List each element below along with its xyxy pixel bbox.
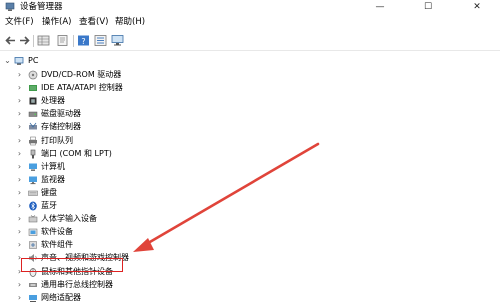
tree-item-label: 键盘 bbox=[41, 187, 57, 197]
software-device-icon bbox=[28, 228, 38, 236]
chevron-right-icon[interactable]: › bbox=[15, 149, 24, 159]
tree-item[interactable]: › 监视器 bbox=[0, 173, 200, 187]
menu-file[interactable]: 文件(F) bbox=[5, 17, 34, 28]
toolbar: ? bbox=[0, 31, 500, 51]
dvd-drive-icon bbox=[28, 70, 38, 80]
menu-help[interactable]: 帮助(H) bbox=[115, 17, 145, 28]
chevron-right-icon[interactable]: › bbox=[15, 214, 24, 224]
chevron-right-icon[interactable]: › bbox=[15, 280, 24, 290]
network-adapter-icon bbox=[29, 294, 37, 302]
software-component-icon bbox=[29, 241, 37, 250]
tree-item-label: 软件组件 bbox=[41, 240, 73, 250]
disk-drive-icon bbox=[28, 112, 38, 118]
list-view-icon[interactable] bbox=[94, 35, 107, 46]
usb-icon bbox=[29, 282, 37, 287]
tree-item[interactable]: › 蓝牙 bbox=[0, 199, 200, 213]
device-manager-icon bbox=[5, 2, 15, 11]
menu-view[interactable]: 查看(V) bbox=[79, 17, 108, 28]
tree-item-label: 人体学输入设备 bbox=[41, 214, 97, 224]
tree-item-label: 蓝牙 bbox=[41, 201, 57, 210]
tree-item-label: 打印队列 bbox=[41, 135, 73, 145]
chevron-right-icon[interactable]: › bbox=[15, 109, 24, 119]
tree-item-label: 处理器 bbox=[41, 96, 65, 106]
chevron-right-icon[interactable]: › bbox=[15, 188, 24, 198]
tree-item[interactable]: › 端口 (COM 和 LPT) bbox=[0, 147, 200, 161]
tree-item-label: 计算机 bbox=[41, 161, 65, 171]
chevron-right-icon[interactable]: › bbox=[15, 293, 24, 303]
port-icon bbox=[30, 149, 36, 159]
tree-item[interactable]: › 软件设备 bbox=[0, 225, 200, 239]
chevron-right-icon[interactable]: › bbox=[15, 175, 24, 185]
tree-item-label: 软件设备 bbox=[41, 227, 73, 237]
tree-root[interactable]: ⌄ PC bbox=[0, 54, 200, 68]
tree-item-label: 存储控制器 bbox=[41, 122, 81, 132]
chevron-right-icon[interactable]: › bbox=[15, 227, 24, 237]
highlight-box bbox=[21, 258, 123, 272]
menu-bar: 文件(F) 操作(A) 查看(V) 帮助(H) bbox=[0, 15, 500, 30]
computer-icon bbox=[14, 57, 24, 65]
chevron-right-icon[interactable]: › bbox=[15, 122, 24, 132]
chevron-right-icon[interactable]: › bbox=[15, 70, 24, 80]
title-bar: 设备管理器 — ☐ ✕ bbox=[0, 0, 500, 15]
toolbar-separator bbox=[73, 35, 74, 47]
chevron-right-icon[interactable]: › bbox=[15, 162, 24, 172]
tree-item[interactable]: › 网络适配器 bbox=[0, 291, 200, 305]
close-button[interactable]: ✕ bbox=[454, 0, 500, 15]
chevron-right-icon[interactable]: › bbox=[15, 96, 24, 106]
properties-icon[interactable] bbox=[56, 35, 69, 46]
tree-item[interactable]: › 键盘 bbox=[0, 186, 200, 200]
tree-item[interactable]: › DVD/CD-ROM 驱动器 bbox=[0, 68, 200, 82]
tree-item[interactable]: › 打印队列 bbox=[0, 134, 200, 148]
device-tree: ⌄ PC › DVD/CD-ROM 驱动器 › IDE ATA/ATAPI 控制器 › 处… bbox=[0, 51, 500, 302]
tree-item[interactable]: › 通用串行总线控制器 bbox=[0, 278, 200, 292]
tree-item-label: 网络适配器 bbox=[41, 292, 81, 302]
computer-icon bbox=[29, 163, 37, 171]
keyboard-icon bbox=[28, 190, 38, 196]
chevron-down-icon[interactable]: ⌄ bbox=[3, 56, 12, 66]
menu-action[interactable]: 操作(A) bbox=[42, 17, 71, 28]
tree-item-label: 监视器 bbox=[41, 174, 65, 184]
help-icon[interactable]: ? bbox=[77, 35, 90, 46]
window-title: 设备管理器 bbox=[20, 2, 63, 12]
bluetooth-icon bbox=[29, 201, 37, 211]
minimize-button[interactable]: — bbox=[357, 0, 403, 15]
printer-icon bbox=[29, 136, 37, 145]
chevron-right-icon[interactable]: › bbox=[15, 83, 24, 93]
monitor-icon bbox=[29, 176, 37, 184]
chevron-right-icon[interactable]: › bbox=[15, 201, 24, 211]
tree-item[interactable]: › 处理器 bbox=[0, 94, 200, 108]
tree-item-label: 端口 (COM 和 LPT) bbox=[41, 148, 112, 158]
tree-item-label: 磁盘驱动器 bbox=[41, 109, 81, 119]
tree-item[interactable]: › 软件组件 bbox=[0, 238, 200, 252]
tree-item-label: DVD/CD-ROM 驱动器 bbox=[41, 70, 122, 79]
tree-item-label: IDE ATA/ATAPI 控制器 bbox=[41, 83, 123, 93]
toolbar-separator bbox=[33, 35, 34, 47]
forward-icon[interactable] bbox=[18, 35, 31, 46]
tree-item[interactable]: › 存储控制器 bbox=[0, 120, 200, 134]
ide-controller-icon bbox=[29, 85, 37, 92]
back-icon[interactable] bbox=[4, 35, 17, 46]
hid-icon bbox=[28, 215, 38, 223]
tree-item[interactable]: › 人体学输入设备 bbox=[0, 212, 200, 226]
monitor-icon[interactable] bbox=[111, 35, 124, 46]
maximize-button[interactable]: ☐ bbox=[405, 0, 451, 15]
tree-item[interactable]: › 磁盘驱动器 bbox=[0, 107, 200, 121]
chevron-right-icon[interactable]: › bbox=[15, 240, 24, 250]
storage-controller-icon bbox=[29, 123, 37, 130]
chevron-right-icon[interactable]: › bbox=[15, 136, 24, 146]
processor-icon bbox=[29, 97, 37, 105]
svg-text:?: ? bbox=[81, 37, 85, 46]
grid-view-icon[interactable] bbox=[37, 35, 50, 46]
tree-item[interactable]: › 计算机 bbox=[0, 160, 200, 174]
tree-item[interactable]: › IDE ATA/ATAPI 控制器 bbox=[0, 81, 200, 95]
tree-root-label: PC bbox=[28, 56, 39, 65]
